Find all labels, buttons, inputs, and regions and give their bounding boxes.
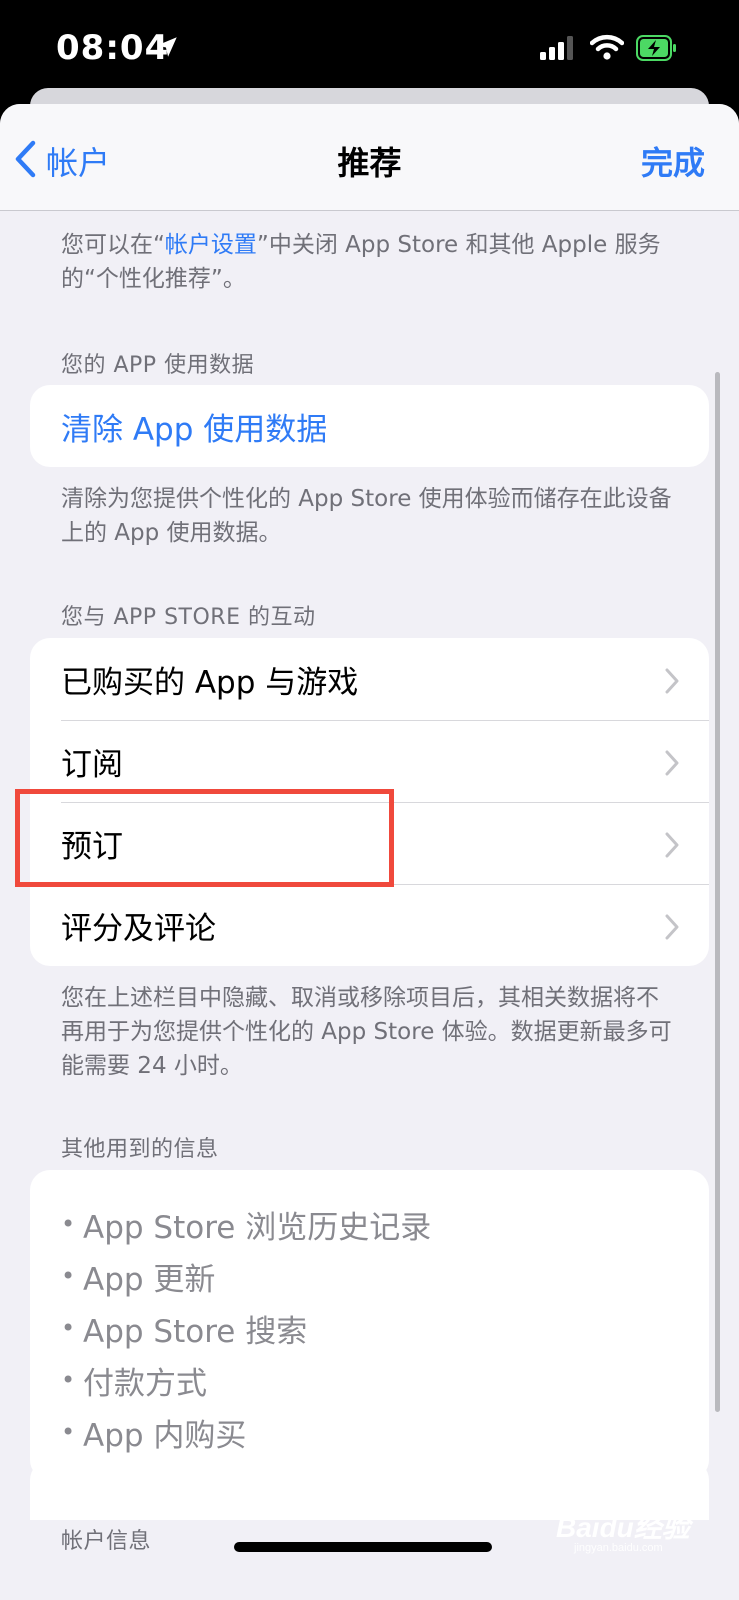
- baidu-watermark: Baidu经验 jingyan.baidu.com: [556, 1506, 690, 1554]
- interaction-section-footer: 您在上述栏目中隐藏、取消或移除项目后，其相关数据将不再用于为您提供个性化的 Ap…: [61, 985, 672, 1079]
- page-title: 推荐: [337, 144, 402, 182]
- recommendations-sheet: 帐户 推荐 完成 您可以在“帐户设置”中关闭 App Store 和其他 App…: [0, 104, 739, 1600]
- account-settings-link[interactable]: 帐户设置: [165, 232, 257, 258]
- usage-group: 清除 App 使用数据: [30, 385, 709, 467]
- watermark-logo: Baidu经验: [556, 1512, 690, 1543]
- row-label: 已购买的 App 与游戏: [61, 664, 359, 701]
- list-item: • App Store 搜索: [61, 1302, 709, 1354]
- list-item-label: App Store 搜索: [83, 1313, 308, 1350]
- chevron-right-icon: [665, 830, 679, 866]
- navigation-bar: 帐户 推荐 完成: [0, 104, 739, 211]
- account-section-header: 帐户信息: [61, 1529, 152, 1554]
- list-item-label: App 内购买: [83, 1417, 247, 1454]
- chevron-left-icon: [14, 140, 36, 182]
- chevron-right-icon: [665, 666, 679, 702]
- back-button[interactable]: 帐户: [14, 138, 110, 184]
- wifi-icon: [589, 34, 625, 64]
- clear-app-usage-button[interactable]: 清除 App 使用数据: [30, 385, 709, 467]
- intro-prefix: 您可以在“: [61, 232, 165, 258]
- battery-charging-icon: [636, 34, 678, 66]
- back-button-label: 帐户: [46, 144, 111, 182]
- other-info-group: • App Store 浏览历史记录 • App 更新 • App Store 搜索 …: [30, 1170, 709, 1480]
- list-item-label: App Store 浏览历史记录: [83, 1209, 432, 1246]
- status-bar: 08:04: [0, 0, 739, 96]
- other-info-list: • App Store 浏览历史记录 • App 更新 • App Store 搜索 …: [30, 1170, 709, 1480]
- usage-section-footer: 清除为您提供个性化的 App Store 使用体验而储存在此设备上的 App 使…: [61, 486, 672, 546]
- interaction-section-header: 您与 APP STORE 的互动: [61, 605, 316, 630]
- row-ratings-reviews[interactable]: 评分及评论: [30, 884, 709, 966]
- chevron-right-icon: [665, 748, 679, 784]
- list-item: • App Store 浏览历史记录: [61, 1198, 709, 1250]
- list-item: • App 内购买: [61, 1406, 709, 1458]
- intro-text: 您可以在“帐户设置”中关闭 App Store 和其他 Apple 服务的“个性…: [61, 228, 681, 296]
- row-label: 评分及评论: [61, 910, 216, 947]
- row-preorders[interactable]: 预订: [30, 802, 709, 884]
- watermark-url: jingyan.baidu.com: [574, 1542, 663, 1554]
- row-purchased-apps[interactable]: 已购买的 App 与游戏: [30, 638, 709, 720]
- location-arrow-icon: [154, 34, 180, 64]
- list-item: • 付款方式: [61, 1354, 709, 1406]
- home-indicator[interactable]: [234, 1542, 492, 1552]
- row-label: 预订: [61, 828, 123, 865]
- other-info-section-header: 其他用到的信息: [61, 1137, 219, 1162]
- list-item: • App 更新: [61, 1250, 709, 1302]
- done-button[interactable]: 完成: [641, 138, 705, 184]
- status-time: 08:04: [56, 28, 170, 68]
- chevron-right-icon: [665, 912, 679, 948]
- row-label: 订阅: [61, 746, 123, 783]
- interaction-group: 已购买的 App 与游戏 订阅 预订 评分及评论: [30, 638, 709, 966]
- scrollbar[interactable]: [715, 372, 720, 1412]
- list-item-label: App 更新: [83, 1261, 216, 1298]
- cellular-signal-icon: [540, 36, 574, 64]
- usage-section-header: 您的 APP 使用数据: [61, 353, 255, 378]
- list-item-label: 付款方式: [83, 1365, 207, 1402]
- row-subscriptions[interactable]: 订阅: [30, 720, 709, 802]
